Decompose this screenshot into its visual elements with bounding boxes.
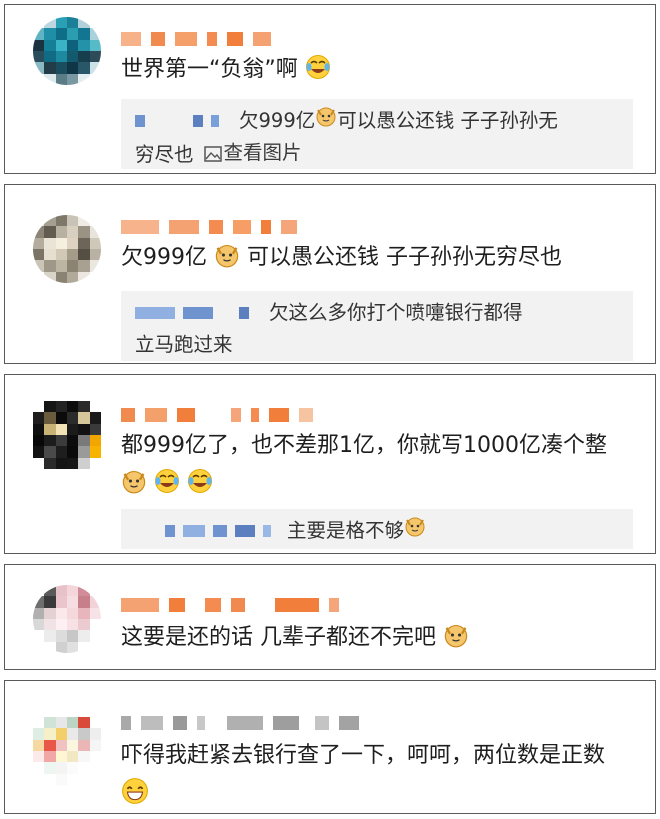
avatar[interactable]	[33, 17, 101, 85]
dog-face-icon	[121, 468, 147, 505]
comment-card-3: 都999亿了，也不差那1亿，你就写1000亿凑个整 主要是格不够	[4, 374, 656, 554]
comment-card-2: 欠999亿 可以愚公还钱 子子孙孙无穷尽也 欠这么多你打个喷嚏银行都得 立马跑过…	[4, 184, 656, 364]
quoted-reply[interactable]: 主要是格不够	[121, 509, 633, 549]
quoted-username-pixelated[interactable]	[135, 525, 271, 537]
comment-card-1: 世界第一“负翁”啊 欠999亿 可以愚公还钱 子子孙孙无 穷尽也 查看图片	[4, 4, 656, 174]
quote-text: 欠999亿	[239, 109, 316, 132]
username-pixelated[interactable]	[121, 593, 339, 617]
quoted-username-pixelated[interactable]	[135, 115, 219, 127]
comment-card-4: 这要是还的话 几辈子都还不完吧	[4, 564, 656, 670]
comment-card-5: 吓得我赶紧去银行查了一下，呵呵，两位数是正数	[4, 680, 656, 814]
comment-text: 欠999亿 可以愚公还钱 子子孙孙无穷尽也	[121, 241, 641, 279]
username-pixelated[interactable]	[121, 215, 297, 239]
avatar[interactable]	[33, 717, 101, 785]
username-pixelated[interactable]	[121, 711, 359, 735]
avatar[interactable]	[33, 215, 101, 283]
quote-text: 主要是格不够	[287, 519, 405, 542]
username-pixelated[interactable]	[121, 403, 313, 427]
quote-text-line2: 立马跑过来	[135, 333, 233, 356]
dog-face-icon	[214, 242, 240, 279]
quoted-reply[interactable]: 欠999亿 可以愚公还钱 子子孙孙无 穷尽也 查看图片	[121, 99, 633, 169]
username-pixelated[interactable]	[121, 27, 271, 51]
avatar[interactable]	[33, 401, 101, 469]
grinning-face-icon	[121, 777, 149, 816]
dog-face-icon	[443, 622, 469, 659]
quoted-reply[interactable]: 欠这么多你打个喷嚏银行都得 立马跑过来	[121, 291, 633, 361]
dog-face-icon	[404, 515, 426, 547]
view-image-link[interactable]: 查看图片	[203, 137, 302, 172]
comment-text: 世界第一“负翁”啊	[121, 53, 641, 91]
image-icon	[203, 140, 222, 172]
laughing-crying-icon	[305, 54, 331, 91]
comment-text: 都999亿了，也不差那1亿，你就写1000亿凑个整	[121, 429, 641, 505]
emoji-row	[121, 467, 641, 505]
avatar[interactable]	[33, 585, 101, 653]
dog-face-icon	[315, 105, 337, 137]
laughing-crying-icon	[187, 468, 213, 505]
quote-text-cont: 可以愚公还钱 子子孙孙无	[337, 109, 558, 132]
quoted-username-pixelated[interactable]	[135, 307, 249, 319]
quote-text: 欠这么多你打个喷嚏银行都得	[269, 301, 523, 324]
quote-text-line2: 穷尽也	[135, 142, 194, 166]
comment-text: 这要是还的话 几辈子都还不完吧	[121, 621, 641, 659]
comment-text: 吓得我赶紧去银行查了一下，呵呵，两位数是正数	[121, 739, 641, 816]
laughing-crying-icon	[154, 468, 180, 505]
